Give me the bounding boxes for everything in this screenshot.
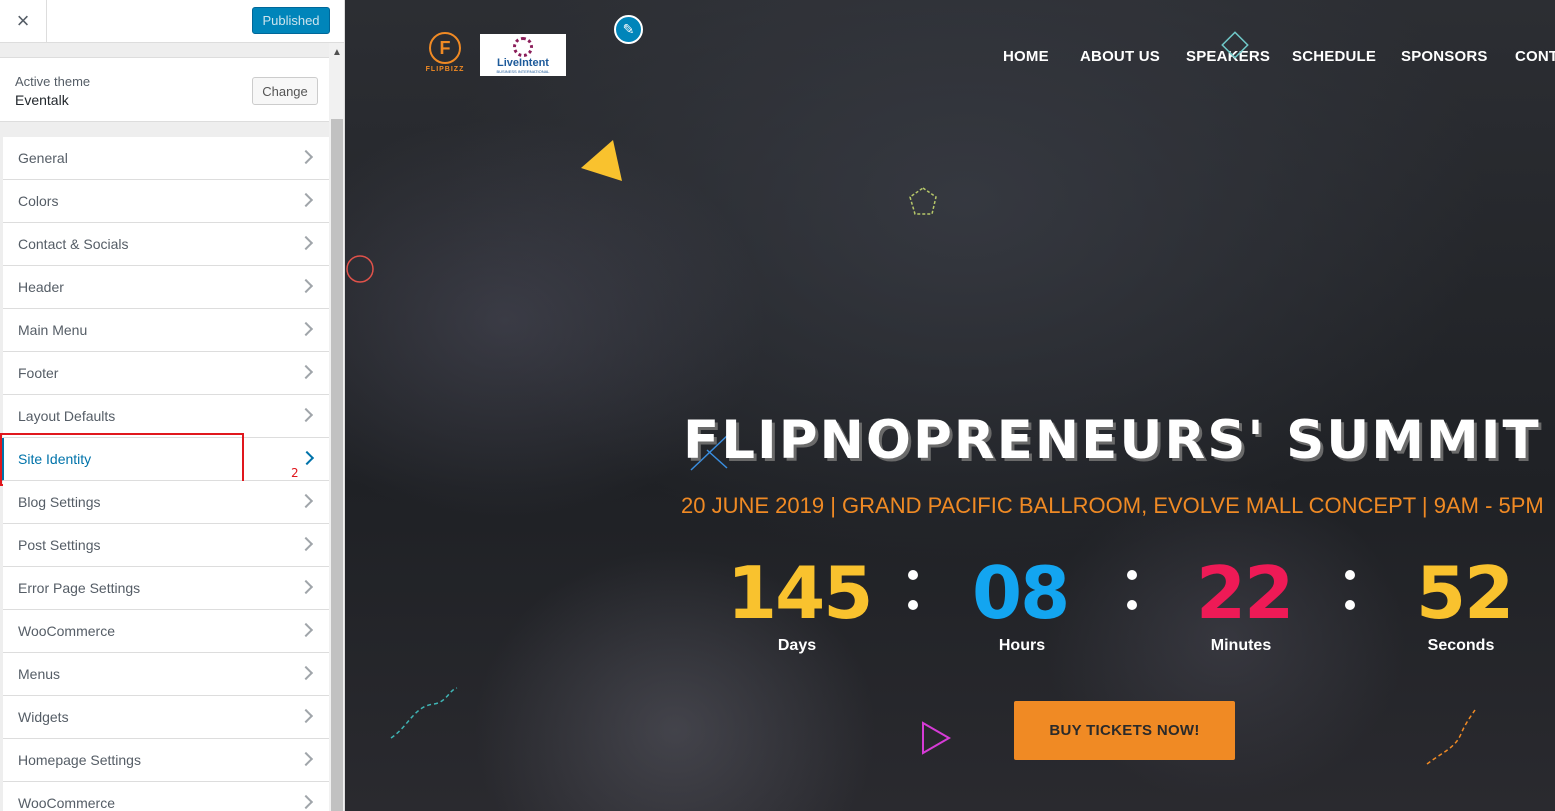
section-homepage-settings[interactable]: Homepage Settings [3, 739, 329, 782]
chevron-right-icon [298, 708, 314, 724]
chevron-right-icon [298, 579, 314, 595]
section-woocommerce-2[interactable]: WooCommerce [3, 782, 329, 811]
customizer-sidebar: × Published Active theme Eventalk Change… [0, 0, 345, 811]
countdown-seconds-label: Seconds [1427, 637, 1495, 654]
change-theme-button[interactable]: Change [252, 77, 318, 105]
section-label: Footer [18, 365, 59, 381]
section-widgets[interactable]: Widgets [3, 696, 329, 739]
countdown-separator [908, 566, 918, 612]
nav-home[interactable]: HOME [1003, 48, 1049, 65]
sidebar-scrollbar[interactable]: ▲ [329, 43, 344, 811]
triangle-decoration [581, 140, 622, 181]
flipbizz-logo-text: FLIPBIZZ [425, 66, 465, 73]
buy-tickets-button[interactable]: BUY TICKETS NOW! [1014, 701, 1235, 760]
countdown-days-value: 145 [727, 551, 873, 635]
section-contact-socials[interactable]: Contact & Socials [3, 223, 329, 266]
customizer-section-list: General Colors Contact & Socials Header … [0, 137, 329, 811]
section-label: Blog Settings [18, 494, 101, 510]
scrollbar-thumb[interactable] [331, 119, 343, 811]
section-error-page-settings[interactable]: Error Page Settings [3, 567, 329, 610]
chevron-right-icon [298, 794, 314, 810]
active-theme-label: Active theme [15, 74, 91, 89]
circle-decoration [346, 255, 374, 283]
chevron-right-icon [298, 622, 314, 638]
section-label: Contact & Socials [18, 236, 129, 252]
section-woocommerce[interactable]: WooCommerce [3, 610, 329, 653]
chevron-right-icon [298, 192, 314, 208]
countdown-hours-label: Hours [998, 637, 1046, 654]
chevron-right-icon [298, 751, 314, 767]
nav-schedule[interactable]: SCHEDULE [1292, 48, 1376, 65]
hero-title: FLIPNOPRENEURS' SUMMIT 2019 [683, 410, 1555, 471]
chevron-right-icon [298, 149, 314, 165]
squiggle-decoration-2 [1426, 709, 1476, 765]
customizer-header: × Published [0, 0, 344, 43]
section-colors[interactable]: Colors [3, 180, 329, 223]
countdown-days-label: Days [777, 637, 817, 654]
nav-contact[interactable]: CONT [1515, 48, 1555, 65]
liveintent-logo[interactable]: LiveIntent BUSINESS INTERNATIONAL [480, 34, 566, 76]
section-label: Post Settings [18, 537, 101, 553]
section-label: Header [18, 279, 64, 295]
scroll-up-icon[interactable]: ▲ [332, 47, 342, 58]
chevron-right-icon [298, 321, 314, 337]
flipbizz-logo[interactable]: F FLIPBIZZ [422, 32, 468, 76]
chevron-right-icon [299, 450, 315, 466]
section-site-identity[interactable]: Site Identity 2 [0, 433, 329, 486]
section-label: Main Menu [18, 322, 88, 338]
flipbizz-logo-mark: F [429, 32, 461, 64]
chevron-right-icon [298, 407, 314, 423]
play-triangle-decoration [922, 721, 952, 755]
countdown-separator [1345, 566, 1355, 612]
site-preview: F FLIPBIZZ LiveIntent BUSINESS INTERNATI… [345, 0, 1555, 811]
active-theme-name: Eventalk [15, 92, 69, 108]
section-label: Menus [18, 666, 61, 682]
diamond-decoration [1221, 31, 1249, 59]
liveintent-logo-subtext: BUSINESS INTERNATIONAL [496, 69, 550, 74]
active-theme-panel: Active theme Eventalk Change [0, 57, 329, 122]
section-label: Site Identity [18, 451, 92, 467]
chevron-right-icon [298, 665, 314, 681]
chevron-right-icon [298, 235, 314, 251]
hero-subtitle: 20 JUNE 2019 | GRAND PACIFIC BALLROOM, E… [681, 493, 1544, 518]
section-general[interactable]: General [3, 137, 329, 180]
annotation-number: 2 [291, 466, 299, 480]
section-menus[interactable]: Menus [3, 653, 329, 696]
chevron-right-icon [298, 364, 314, 380]
section-label: Error Page Settings [18, 580, 141, 596]
squiggle-decoration [390, 687, 458, 739]
nav-about-us[interactable]: ABOUT US [1080, 48, 1160, 65]
section-post-settings[interactable]: Post Settings [3, 524, 329, 567]
countdown-minutes-label: Minutes [1210, 637, 1272, 654]
section-header[interactable]: Header [3, 266, 329, 309]
liveintent-logo-text: LiveIntent [497, 57, 549, 69]
section-label: WooCommerce [18, 795, 115, 811]
countdown-seconds-value: 52 [1416, 551, 1514, 635]
section-blog-settings[interactable]: Blog Settings [3, 481, 329, 524]
liveintent-logo-mark [513, 37, 533, 57]
close-icon[interactable]: × [0, 0, 47, 42]
published-button[interactable]: Published [252, 7, 330, 34]
section-footer[interactable]: Footer [3, 352, 329, 395]
edit-pencil-icon[interactable]: ✎ [614, 15, 643, 44]
countdown-hours-value: 08 [972, 551, 1070, 635]
chevron-right-icon [298, 278, 314, 294]
pentagon-decoration [909, 187, 937, 215]
section-layout-defaults[interactable]: Layout Defaults [3, 395, 329, 438]
section-label: WooCommerce [18, 623, 115, 639]
countdown-minutes-value: 22 [1196, 551, 1294, 635]
chevron-right-icon [298, 536, 314, 552]
chevron-right-icon [298, 493, 314, 509]
nav-sponsors[interactable]: SPONSORS [1401, 48, 1488, 65]
section-label: Layout Defaults [18, 408, 116, 424]
section-label: Homepage Settings [18, 752, 141, 768]
section-label: Widgets [18, 709, 69, 725]
section-main-menu[interactable]: Main Menu [3, 309, 329, 352]
countdown-separator [1127, 566, 1137, 612]
section-label: Colors [18, 193, 59, 209]
section-label: General [18, 150, 68, 166]
